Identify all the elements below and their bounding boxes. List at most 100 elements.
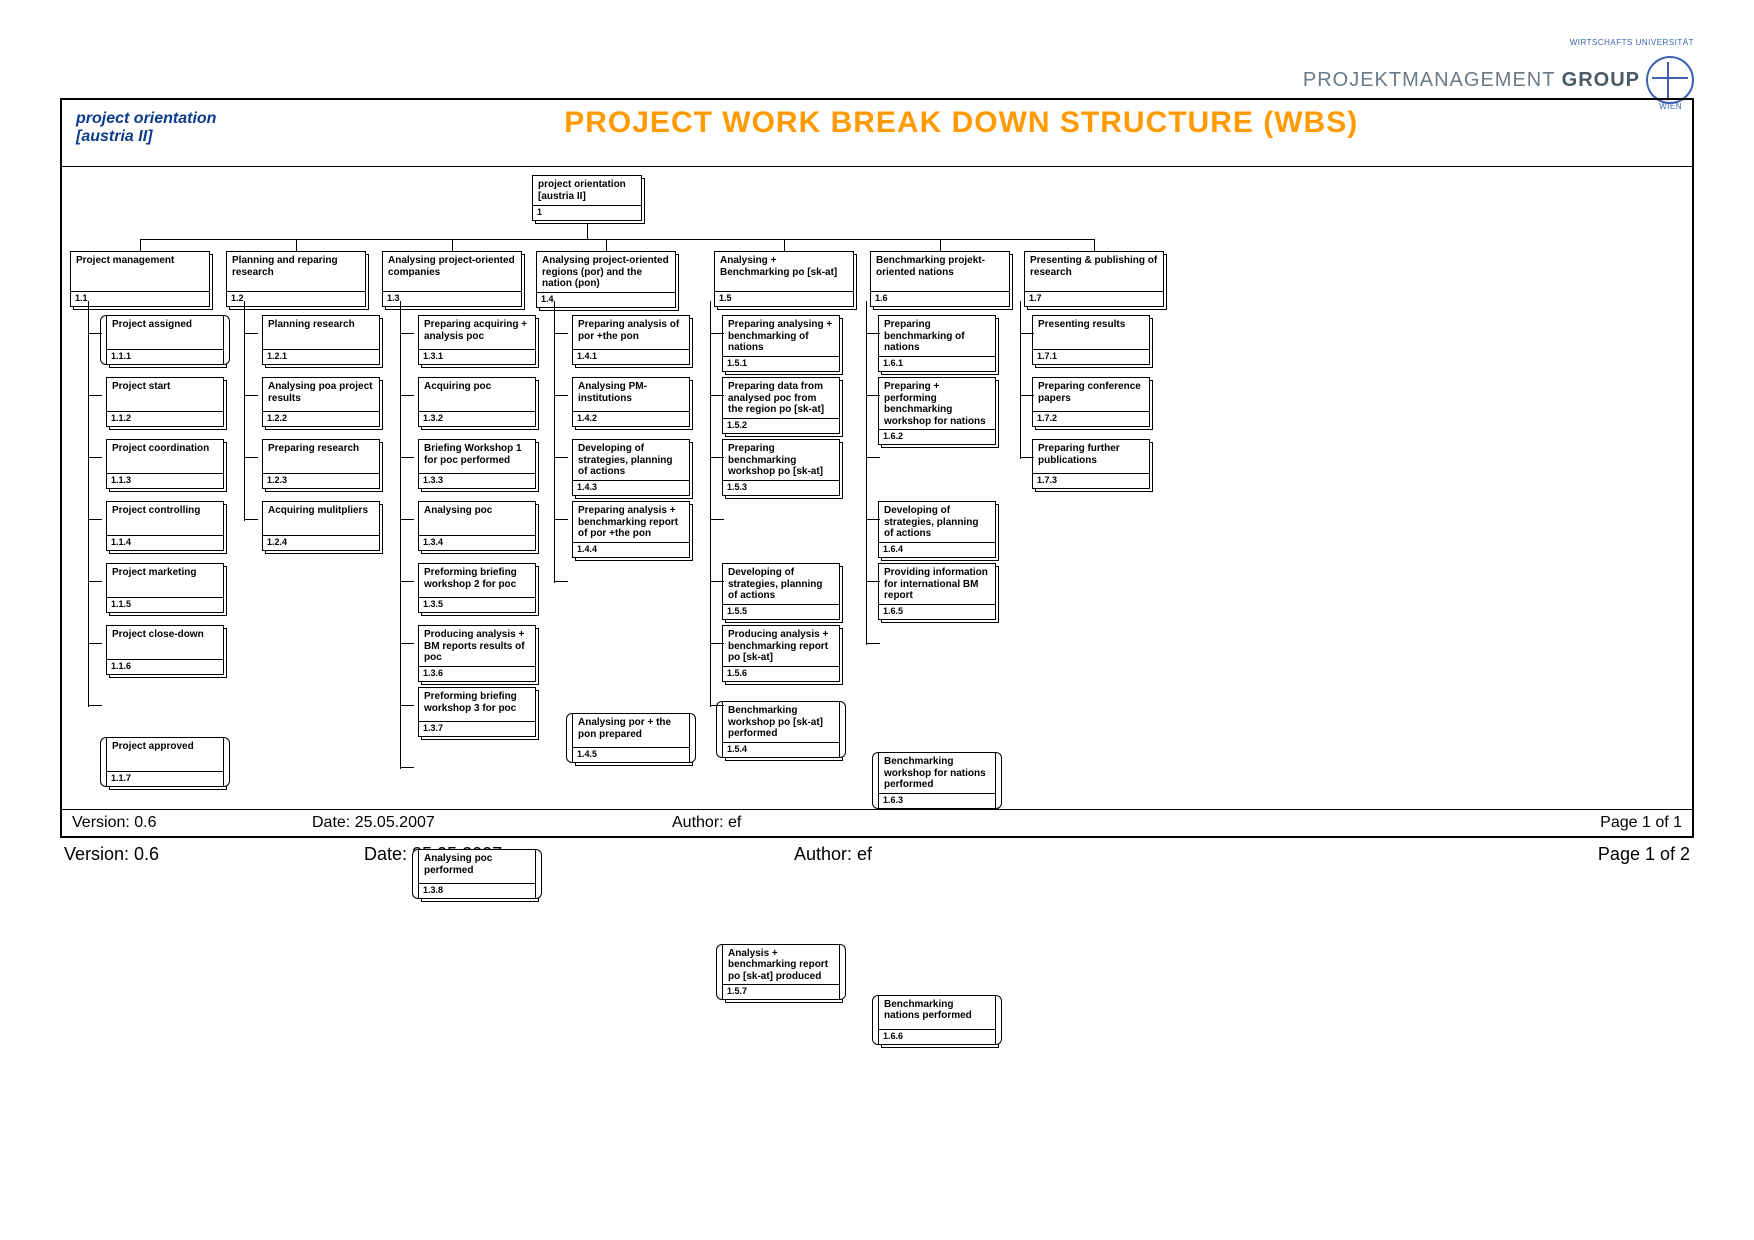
wbs-task: Developing of strategies, planning of ac… <box>572 439 690 496</box>
connector <box>244 301 245 521</box>
wbs-task: Preparing benchmarking of nations1.6.1 <box>878 315 996 372</box>
wbs-task: Preparing further publications1.7.3 <box>1032 439 1150 489</box>
connector <box>88 457 102 458</box>
connector <box>1020 457 1034 458</box>
connector <box>88 301 89 707</box>
wbs-task: Preparing + performing benchmarking work… <box>878 377 996 445</box>
frame-version: Version: 0.6 <box>72 814 312 832</box>
connector <box>296 239 297 251</box>
connector <box>244 457 258 458</box>
wbs-task: Acquiring poc1.3.2 <box>418 377 536 427</box>
wbs-task: Project close-down1.1.6 <box>106 625 224 675</box>
connector <box>587 219 588 239</box>
connector <box>1094 239 1095 251</box>
connector <box>400 581 414 582</box>
connector <box>554 519 568 520</box>
connector <box>1020 333 1034 334</box>
connector <box>140 239 1094 240</box>
wbs-task: Preparing research1.2.3 <box>262 439 380 489</box>
connector <box>88 581 102 582</box>
wbs-task: Providing information for international … <box>878 563 996 620</box>
connector <box>554 333 568 334</box>
connector <box>710 457 724 458</box>
wbs-task: Briefing Workshop 1 for poc performed1.3… <box>418 439 536 489</box>
wbs-task: Preparing benchmarking workshop po [sk-a… <box>722 439 840 496</box>
connector <box>400 301 401 769</box>
connector <box>866 301 867 645</box>
wbs-root: project orientation [austria II]1 <box>532 175 642 221</box>
wbs-task: Project approved1.1.7 <box>106 737 224 787</box>
connector <box>866 457 880 458</box>
wbs-task: Project controlling1.1.4 <box>106 501 224 551</box>
wbs-task: Preforming briefing workshop 2 for poc1.… <box>418 563 536 613</box>
connector <box>710 643 724 644</box>
connector <box>866 643 880 644</box>
connector <box>866 333 880 334</box>
connector <box>400 705 414 706</box>
wbs-branch: Analysing project-oriented regions (por)… <box>536 251 676 308</box>
connector <box>866 395 880 396</box>
wbs-task: Analysing PM-institutions1.4.2 <box>572 377 690 427</box>
page: WIRTSCHAFTS UNIVERSITÄT PROJEKTMANAGEMEN… <box>0 0 1754 1240</box>
wbs-task: Planning research1.2.1 <box>262 315 380 365</box>
connector <box>400 457 414 458</box>
connector <box>244 519 258 520</box>
connector <box>554 301 555 583</box>
frame-footer: Version: 0.6 Date: 25.05.2007 Author: ef… <box>60 809 1694 838</box>
connector <box>710 301 711 707</box>
wbs-task: Producing analysis + benchmarking report… <box>722 625 840 682</box>
connector <box>710 705 724 706</box>
globe-icon <box>1646 56 1694 104</box>
connector <box>452 239 453 251</box>
connector <box>244 395 258 396</box>
frame-date: Date: 25.05.2007 <box>312 814 672 832</box>
connector <box>400 333 414 334</box>
connector <box>140 239 141 251</box>
connector <box>606 239 607 251</box>
connector <box>400 395 414 396</box>
connector <box>710 581 724 582</box>
wbs-task: Analysing poc performed1.3.8 <box>418 849 536 899</box>
wbs-branch: Project management1.1 <box>70 251 210 307</box>
page-footer: Version: 0.6 Date: 25.05.2007 Author: ef… <box>60 838 1694 865</box>
wbs-task: Analysis + benchmarking report po [sk-at… <box>722 944 840 1001</box>
frame-header: project orientation [austria II] PROJECT… <box>62 100 1692 167</box>
wbs-task: Analysing poc1.3.4 <box>418 501 536 551</box>
wbs-branch: Presenting & publishing of research1.7 <box>1024 251 1164 307</box>
wbs-task: Project coordination1.1.3 <box>106 439 224 489</box>
wbs-diagram: project orientation [austria II]1 Project… <box>62 167 1692 827</box>
page-version: Version: 0.6 <box>64 844 364 865</box>
connector <box>866 581 880 582</box>
connector <box>710 519 724 520</box>
page-author: Author: ef <box>794 844 1520 865</box>
wbs-task: Developing of strategies, planning of ac… <box>722 563 840 620</box>
page-page: Page 1 of 2 <box>1520 844 1690 865</box>
project-label: project orientation [austria II] <box>62 100 230 156</box>
connector <box>784 239 785 251</box>
connector <box>400 767 414 768</box>
brand-text: PROJEKTMANAGEMENT GROUP <box>1303 69 1640 92</box>
wbs-task: Project marketing1.1.5 <box>106 563 224 613</box>
wbs-task: Presenting results1.7.1 <box>1032 315 1150 365</box>
connector <box>940 239 941 251</box>
wbs-task: Developing of strategies, planning of ac… <box>878 501 996 558</box>
wbs-task: Benchmarking workshop for nations perfor… <box>878 752 996 809</box>
connector <box>244 333 258 334</box>
brand-caption-top: WIRTSCHAFTS UNIVERSITÄT <box>1570 38 1694 47</box>
connector <box>866 519 880 520</box>
connector <box>1020 395 1034 396</box>
wbs-task: Benchmarking nations performed1.6.6 <box>878 995 996 1045</box>
wbs-task: Preparing analysis of por +the pon1.4.1 <box>572 315 690 365</box>
wbs-task: Acquiring mulitpliers1.2.4 <box>262 501 380 551</box>
page-title: PROJECT WORK BREAK DOWN STRUCTURE (WBS) <box>230 100 1692 141</box>
wbs-branch: Benchmarking projekt-oriented nations1.6 <box>870 251 1010 307</box>
wbs-task: Preforming briefing workshop 3 for poc1.… <box>418 687 536 737</box>
wbs-task: Project start1.1.2 <box>106 377 224 427</box>
wbs-branch: Analysing + Benchmarking po [sk-at]1.5 <box>714 251 854 307</box>
connector <box>1020 301 1021 459</box>
wbs-frame: project orientation [austria II] PROJECT… <box>60 98 1694 838</box>
wbs-task: Preparing data from analysed poc from th… <box>722 377 840 434</box>
brand: PROJEKTMANAGEMENT GROUP <box>1303 56 1694 104</box>
connector <box>88 333 102 334</box>
connector <box>88 395 102 396</box>
